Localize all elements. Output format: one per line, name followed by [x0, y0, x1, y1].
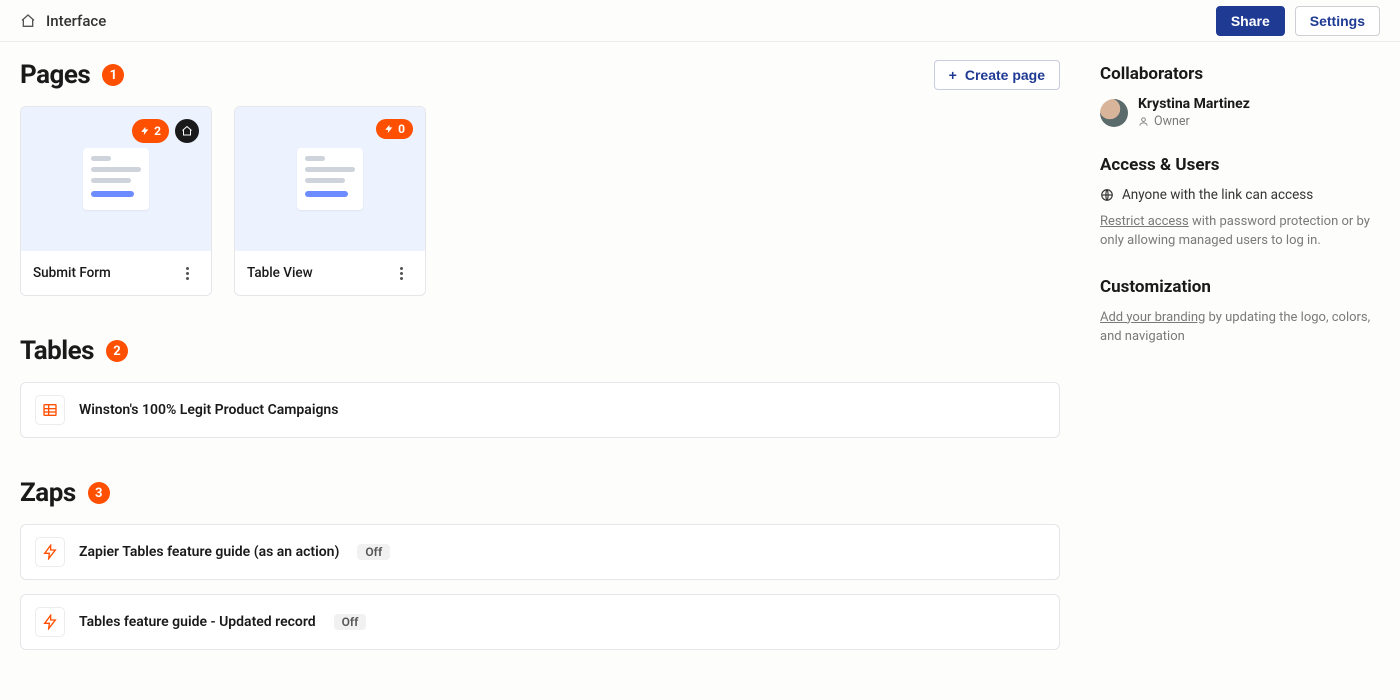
zap-count-value: 2	[154, 124, 161, 138]
page-card-more-button[interactable]	[389, 261, 413, 285]
page-card-name: Table View	[247, 265, 313, 281]
collaborators-heading: Collaborators	[1100, 64, 1380, 84]
pages-title: Pages	[20, 60, 90, 90]
bolt-icon	[35, 537, 65, 567]
table-row[interactable]: Winston's 100% Legit Product Campaigns	[20, 382, 1060, 438]
plus-icon: +	[949, 67, 957, 83]
page-thumbnail-icon	[83, 148, 149, 210]
share-button[interactable]: Share	[1216, 6, 1285, 36]
page-card-preview: 0	[235, 107, 425, 251]
collaborator-role: Owner	[1138, 114, 1250, 129]
pages-card-list: 2 Sub	[20, 106, 1060, 296]
zap-name: Zapier Tables feature guide (as an actio…	[79, 544, 339, 560]
zap-row[interactable]: Zapier Tables feature guide (as an actio…	[20, 524, 1060, 580]
page-card[interactable]: 0 Table View	[234, 106, 426, 296]
pages-section-header: Pages 1 + Create page	[20, 60, 1060, 90]
access-public-line: Anyone with the link can access	[1100, 187, 1380, 203]
customization-heading: Customization	[1100, 277, 1380, 297]
customization-text: Add your branding by updating the logo, …	[1100, 309, 1380, 347]
home-indicator-icon	[175, 119, 199, 143]
page-title: Interface	[46, 12, 106, 30]
settings-button[interactable]: Settings	[1295, 6, 1380, 36]
home-outline-icon	[20, 13, 36, 29]
page-card-name: Submit Form	[33, 265, 111, 281]
zap-name: Tables feature guide - Updated record	[79, 614, 316, 630]
table-name: Winston's 100% Legit Product Campaigns	[79, 402, 338, 418]
page-card-more-button[interactable]	[175, 261, 199, 285]
collaborator-item[interactable]: Krystina Martinez Owner	[1100, 96, 1380, 129]
restrict-access-link[interactable]: Restrict access	[1100, 214, 1189, 229]
zaps-title: Zaps	[20, 478, 76, 508]
zaps-count-badge: 3	[88, 482, 110, 504]
access-public-text: Anyone with the link can access	[1122, 187, 1313, 203]
collaborator-name: Krystina Martinez	[1138, 96, 1250, 112]
zap-row[interactable]: Tables feature guide - Updated record Of…	[20, 594, 1060, 650]
create-page-label: Create page	[965, 67, 1045, 83]
zap-count-value: 0	[398, 122, 405, 136]
avatar	[1100, 99, 1128, 127]
add-branding-link[interactable]: Add your branding	[1100, 310, 1205, 325]
table-icon	[35, 395, 65, 425]
right-sidebar: Collaborators Krystina Martinez Owner Ac…	[1100, 60, 1380, 690]
tables-title: Tables	[20, 336, 94, 366]
zap-status-badge: Off	[357, 544, 390, 560]
zap-count-pill: 0	[376, 119, 413, 139]
bolt-icon	[35, 607, 65, 637]
pages-count-badge: 1	[102, 64, 124, 86]
access-heading: Access & Users	[1100, 155, 1380, 175]
access-restrict-text: Restrict access with password protection…	[1100, 213, 1380, 251]
zap-count-pill: 2	[132, 119, 169, 143]
app-header: Interface Share Settings	[0, 0, 1400, 42]
zap-status-badge: Off	[334, 614, 367, 630]
create-page-button[interactable]: + Create page	[934, 60, 1060, 90]
page-card-preview: 2	[21, 107, 211, 251]
page-card[interactable]: 2 Sub	[20, 106, 212, 296]
page-thumbnail-icon	[297, 148, 363, 210]
tables-count-badge: 2	[106, 340, 128, 362]
